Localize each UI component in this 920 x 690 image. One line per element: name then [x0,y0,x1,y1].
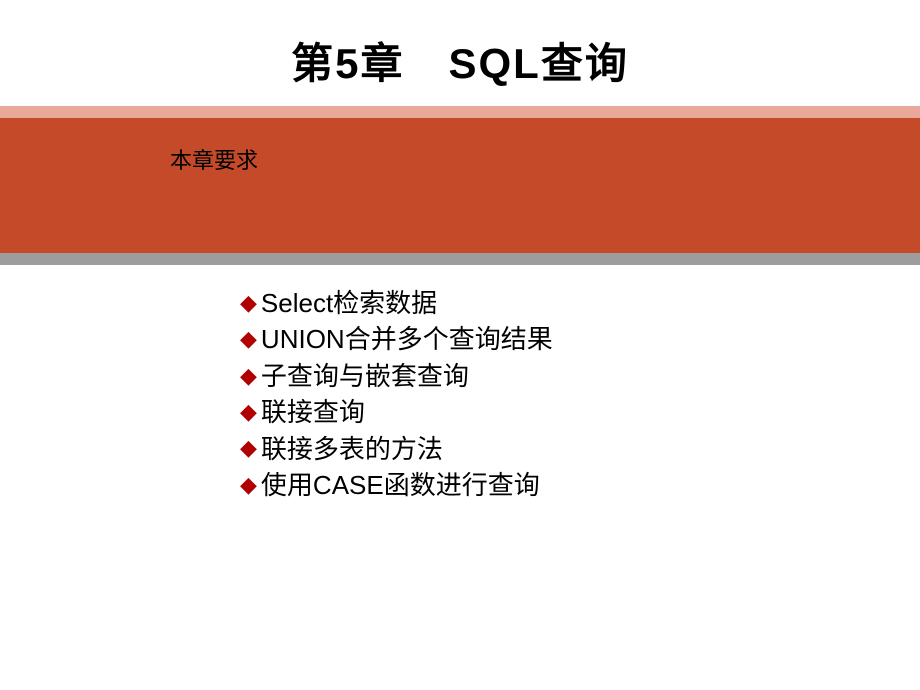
list-item: ◆ UNION合并多个查询结果 [240,321,920,357]
content-area: ◆ Select检索数据 ◆ UNION合并多个查询结果 ◆ 子查询与嵌套查询 … [0,265,920,503]
diamond-bullet-icon: ◆ [240,397,257,428]
list-item-text: 子查询与嵌套查询 [261,358,469,394]
section-orange-band: 本章要求 [0,118,920,253]
chapter-title: 第5章 SQL查询 [0,30,920,91]
divider-pink-band [0,106,920,118]
diamond-bullet-icon: ◆ [240,470,257,501]
diamond-bullet-icon: ◆ [240,324,257,355]
list-item-text: 使用CASE函数进行查询 [261,467,540,503]
list-item-text: 联接多表的方法 [261,431,443,467]
title-area: 第5章 SQL查询 [0,0,920,106]
bullet-list: ◆ Select检索数据 ◆ UNION合并多个查询结果 ◆ 子查询与嵌套查询 … [240,285,920,503]
list-item-text: UNION合并多个查询结果 [261,321,553,357]
list-item-text: 联接查询 [261,394,365,430]
list-item: ◆ 子查询与嵌套查询 [240,358,920,394]
list-item-text: Select检索数据 [261,285,437,321]
list-item: ◆ Select检索数据 [240,285,920,321]
diamond-bullet-icon: ◆ [240,361,257,392]
slide-container: 第5章 SQL查询 本章要求 ◆ Select检索数据 ◆ UNION合并多个查… [0,0,920,690]
list-item: ◆ 使用CASE函数进行查询 [240,467,920,503]
list-item: ◆ 联接多表的方法 [240,431,920,467]
section-label: 本章要求 [0,118,258,175]
diamond-bullet-icon: ◆ [240,433,257,464]
diamond-bullet-icon: ◆ [240,288,257,319]
divider-gray-band [0,253,920,265]
list-item: ◆ 联接查询 [240,394,920,430]
